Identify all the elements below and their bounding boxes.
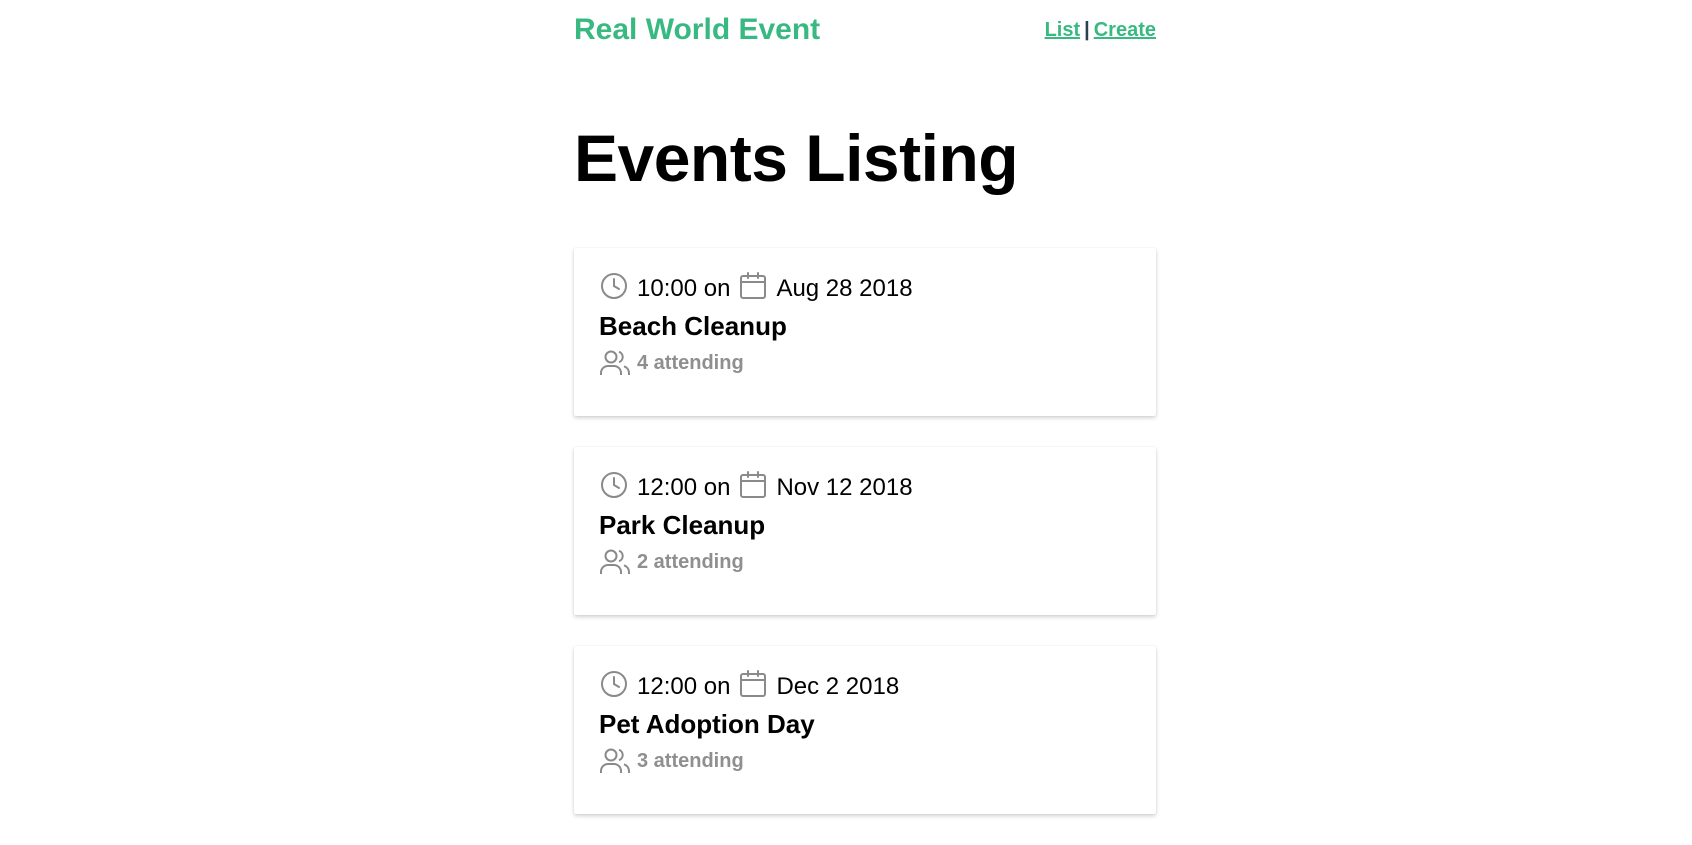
app-container: Real World Event List | Create Events List… bbox=[574, 0, 1156, 814]
event-title: Beach Cleanup bbox=[599, 311, 787, 341]
nav-link-list[interactable]: List bbox=[1045, 19, 1081, 41]
event-when: 10:00 on Aug 28 2018 bbox=[599, 272, 1131, 306]
attending-label: 2 attending bbox=[637, 551, 744, 573]
attending-label: 4 attending bbox=[637, 352, 744, 374]
attending-label: 3 attending bbox=[637, 750, 744, 772]
nav-separator: | bbox=[1084, 19, 1090, 41]
brand-logo-link[interactable]: Real World Event bbox=[574, 12, 820, 48]
event-time: 12:00 bbox=[637, 673, 698, 700]
event-on-text: on bbox=[703, 474, 731, 501]
event-time: 12:00 bbox=[637, 474, 698, 501]
event-date: Dec 2 2018 bbox=[776, 673, 900, 700]
event-title: Park Cleanup bbox=[599, 510, 766, 540]
clock-icon bbox=[599, 470, 629, 500]
nav-link-create[interactable]: Create bbox=[1094, 19, 1156, 41]
attendee-count: 4 attending bbox=[599, 348, 1131, 378]
clock-icon bbox=[599, 669, 629, 699]
calendar-icon bbox=[738, 470, 768, 500]
calendar-icon bbox=[738, 669, 768, 699]
calendar-icon bbox=[738, 271, 768, 301]
event-when: 12:00 on Nov 12 2018 bbox=[599, 471, 1131, 505]
event-on-text: on bbox=[703, 673, 731, 700]
top-nav: Real World Event List | Create bbox=[574, 0, 1156, 60]
event-card[interactable]: 10:00 on Aug 28 2018 Beach Cleanup 4 att… bbox=[574, 248, 1156, 416]
event-card[interactable]: 12:00 on Dec 2 2018 Pet Adoption Day 3 a… bbox=[574, 646, 1156, 814]
event-list: 10:00 on Aug 28 2018 Beach Cleanup 4 att… bbox=[574, 248, 1156, 845]
event-title: Pet Adoption Day bbox=[599, 709, 815, 739]
users-icon bbox=[599, 547, 631, 577]
event-date: Aug 28 2018 bbox=[776, 275, 913, 302]
attendee-count: 2 attending bbox=[599, 547, 1131, 577]
event-time: 10:00 bbox=[637, 275, 698, 302]
event-on-text: on bbox=[703, 275, 731, 302]
clock-icon bbox=[599, 271, 629, 301]
event-date: Nov 12 2018 bbox=[776, 474, 913, 501]
users-icon bbox=[599, 746, 631, 776]
nav-links: List | Create bbox=[1045, 18, 1156, 42]
event-card[interactable]: 12:00 on Nov 12 2018 Park Cleanup 2 atte… bbox=[574, 447, 1156, 615]
users-icon bbox=[599, 348, 631, 378]
page-title: Events Listing bbox=[574, 121, 1019, 195]
event-when: 12:00 on Dec 2 2018 bbox=[599, 670, 1131, 704]
attendee-count: 3 attending bbox=[599, 746, 1131, 776]
